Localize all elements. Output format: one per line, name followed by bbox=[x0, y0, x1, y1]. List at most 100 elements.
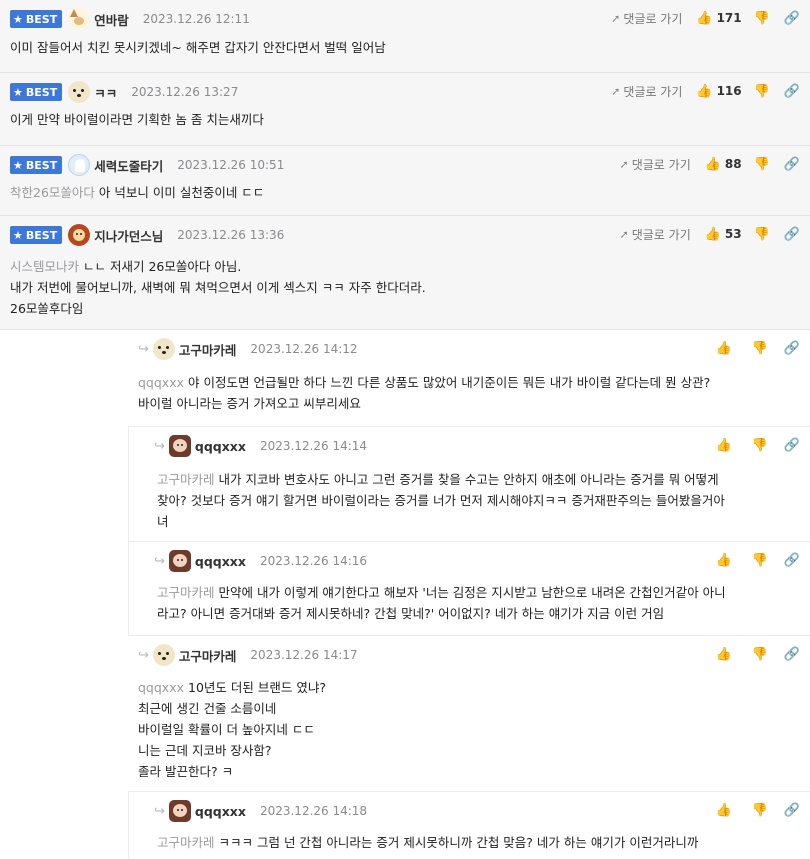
comment-header: ↪ qqqxxx 2023.12.26 14:16 bbox=[154, 550, 367, 572]
like-button[interactable]: 👍 bbox=[715, 553, 735, 568]
mention-tag[interactable]: 고구마카레 bbox=[157, 835, 215, 850]
comment-author[interactable]: qqqxxx bbox=[195, 554, 246, 569]
best-badge: ★ BEST bbox=[10, 83, 63, 101]
best-badge: ★ BEST bbox=[10, 156, 63, 174]
thumbs-down-icon[interactable]: 👎 bbox=[752, 553, 768, 568]
like-button[interactable]: 👍 53 bbox=[705, 227, 742, 242]
comment-date: 2023.12.26 14:16 bbox=[259, 554, 368, 568]
link-icon[interactable]: 🔗 bbox=[784, 553, 800, 568]
reply-comment: ↪ 고구마카레 2023.12.26 14:17 👍 👎 🔗 qqqxxx 10년… bbox=[128, 635, 810, 791]
monkey-avatar[interactable] bbox=[168, 550, 191, 572]
comment-date: 2023.12.26 14:12 bbox=[250, 342, 358, 356]
reply-comment: ↪ qqqxxx 2023.12.26 14:14 👍 👎 🔗 고구마카레 내가 … bbox=[128, 426, 810, 541]
goto-reply-button[interactable]: ➚ 댓글로 가기 bbox=[611, 10, 682, 27]
comment-header: ↪ qqqxxx 2023.12.26 14:14 bbox=[154, 435, 367, 457]
lion-avatar[interactable] bbox=[68, 224, 91, 246]
goto-reply-button[interactable]: ➚ 댓글로 가기 bbox=[620, 226, 691, 243]
goto-reply-button[interactable]: ➚ 댓글로 가기 bbox=[611, 83, 682, 100]
fox-avatar[interactable] bbox=[68, 8, 91, 30]
best-comment: ★ BEST 연바람 2023.12.26 12:11 ➚ 댓글로 가기 👍 171 … bbox=[0, 0, 810, 73]
link-icon[interactable]: 🔗 bbox=[784, 11, 800, 26]
comment-author[interactable]: 세력도줄타기 bbox=[94, 156, 163, 175]
mention-tag[interactable]: 착한26모쏠아다 bbox=[10, 185, 95, 200]
thumbs-up-icon: 👍 bbox=[715, 437, 732, 453]
comment-date: 2023.12.26 13:36 bbox=[177, 228, 285, 242]
comment-author[interactable]: 고구마카레 bbox=[179, 646, 237, 665]
link-icon[interactable]: 🔗 bbox=[784, 438, 800, 453]
link-icon[interactable]: 🔗 bbox=[784, 647, 800, 662]
like-button[interactable]: 👍 bbox=[715, 438, 735, 453]
dog-avatar[interactable] bbox=[152, 338, 175, 360]
thumbs-down-icon[interactable]: 👎 bbox=[754, 84, 770, 99]
comment-author[interactable]: qqqxxx bbox=[195, 804, 246, 819]
paper-plane-icon: ➚ bbox=[611, 84, 621, 98]
link-icon[interactable]: 🔗 bbox=[784, 341, 800, 356]
like-button[interactable]: 👍 116 bbox=[696, 84, 741, 99]
reply-arrow-icon: ↪ bbox=[154, 438, 165, 454]
comment-actions: 👍 👎 🔗 bbox=[715, 801, 800, 819]
comment-author[interactable]: 고구마카레 bbox=[179, 340, 237, 359]
comment-actions: ➚ 댓글로 가기 👍 116 👎 🔗 bbox=[611, 82, 800, 100]
star-icon: ★ bbox=[13, 12, 23, 26]
reply-comment: ↪ qqqxxx 2023.12.26 14:16 👍 👎 🔗 고구마카레 만약에… bbox=[128, 541, 810, 635]
dog-avatar[interactable] bbox=[68, 81, 91, 103]
dog-avatar[interactable] bbox=[152, 644, 175, 666]
like-button[interactable]: 👍 bbox=[715, 803, 735, 818]
like-count: 171 bbox=[716, 11, 742, 25]
comment-author[interactable]: 지나가던스님 bbox=[94, 226, 163, 245]
comment-date: 2023.12.26 10:51 bbox=[177, 158, 285, 172]
like-button[interactable]: 👍 bbox=[715, 647, 735, 662]
reply-arrow-icon: ↪ bbox=[138, 647, 149, 663]
mention-tag[interactable]: 고구마카레 bbox=[157, 585, 215, 600]
paper-plane-icon: ➚ bbox=[611, 11, 621, 25]
comment-actions: 👍 👎 🔗 bbox=[715, 436, 800, 454]
monkey-avatar[interactable] bbox=[168, 435, 191, 457]
goto-reply-button[interactable]: ➚ 댓글로 가기 bbox=[620, 156, 691, 173]
comment-author[interactable]: qqqxxx bbox=[195, 439, 246, 454]
comment-body: 고구마카레 내가 지코바 변호사도 아니고 그런 증거를 찾을 수고는 안하지 애… bbox=[157, 472, 725, 529]
thumbs-down-icon[interactable]: 👎 bbox=[752, 803, 768, 818]
thumbs-up-icon: 👍 bbox=[715, 340, 732, 356]
thumbs-down-icon[interactable]: 👎 bbox=[754, 11, 770, 26]
link-icon[interactable]: 🔗 bbox=[784, 227, 800, 242]
comment-author[interactable]: 연바람 bbox=[94, 10, 129, 29]
comment-header: ↪ qqqxxx 2023.12.26 14:18 bbox=[154, 800, 367, 822]
paper-plane-icon: ➚ bbox=[619, 227, 629, 241]
comment-header: ★ BEST 연바람 2023.12.26 12:11 bbox=[10, 8, 250, 30]
comment-header: ★ BEST ㅋㅋ 2023.12.26 13:27 bbox=[10, 81, 238, 103]
thumbs-down-icon[interactable]: 👎 bbox=[752, 647, 768, 662]
ghost-avatar[interactable] bbox=[68, 154, 91, 176]
mention-tag[interactable]: 시스템모나카 bbox=[10, 259, 79, 274]
reply-arrow-icon: ↪ bbox=[138, 341, 149, 357]
paper-plane-icon: ➚ bbox=[619, 157, 629, 171]
best-comment: ★ BEST 지나가던스님 2023.12.26 13:36 ➚ 댓글로 가기 👍 5… bbox=[0, 216, 810, 330]
best-badge: ★ BEST bbox=[10, 226, 63, 244]
comment-body: 고구마카레 만약에 내가 이렇게 얘기한다고 해보자 '너는 김정은 지시받고 남… bbox=[157, 585, 726, 621]
thumbs-up-icon: 👍 bbox=[715, 802, 732, 818]
comment-body: qqqxxx 야 이정도면 언급될만 하다 느낀 다른 상품도 많았어 내기준이든… bbox=[138, 375, 711, 411]
comment-actions: ➚ 댓글로 가기 👍 171 👎 🔗 bbox=[611, 9, 800, 27]
best-comment: ★ BEST ㅋㅋ 2023.12.26 13:27 ➚ 댓글로 가기 👍 116 👎… bbox=[0, 73, 810, 146]
like-count: 88 bbox=[724, 157, 742, 171]
thumbs-down-icon[interactable]: 👎 bbox=[754, 227, 770, 242]
mention-tag[interactable]: qqqxxx bbox=[138, 375, 184, 390]
best-comment: ★ BEST 세력도줄타기 2023.12.26 10:51 ➚ 댓글로 가기 👍 8… bbox=[0, 146, 810, 216]
star-icon: ★ bbox=[13, 158, 23, 172]
monkey-avatar[interactable] bbox=[168, 800, 191, 822]
thumbs-down-icon[interactable]: 👎 bbox=[754, 157, 770, 172]
mention-tag[interactable]: qqqxxx bbox=[138, 680, 184, 695]
comment-author[interactable]: ㅋㅋ bbox=[94, 83, 117, 102]
link-icon[interactable]: 🔗 bbox=[784, 157, 800, 172]
comment-actions: ➚ 댓글로 가기 👍 88 👎 🔗 bbox=[620, 155, 801, 173]
link-icon[interactable]: 🔗 bbox=[784, 803, 800, 818]
like-button[interactable]: 👍 171 bbox=[696, 11, 741, 26]
like-button[interactable]: 👍 bbox=[715, 341, 735, 356]
thumbs-down-icon[interactable]: 👎 bbox=[752, 438, 768, 453]
thumbs-up-icon: 👍 bbox=[696, 83, 713, 99]
link-icon[interactable]: 🔗 bbox=[784, 84, 800, 99]
like-button[interactable]: 👍 88 bbox=[705, 157, 742, 172]
mention-tag[interactable]: 고구마카레 bbox=[157, 472, 215, 487]
thumbs-down-icon[interactable]: 👎 bbox=[752, 341, 768, 356]
comment-body: 이미 잠들어서 치킨 못시키겠네~ 해주면 갑자기 안잔다면서 벌떡 일어남 bbox=[10, 40, 386, 55]
comment-actions: 👍 👎 🔗 bbox=[715, 645, 800, 663]
